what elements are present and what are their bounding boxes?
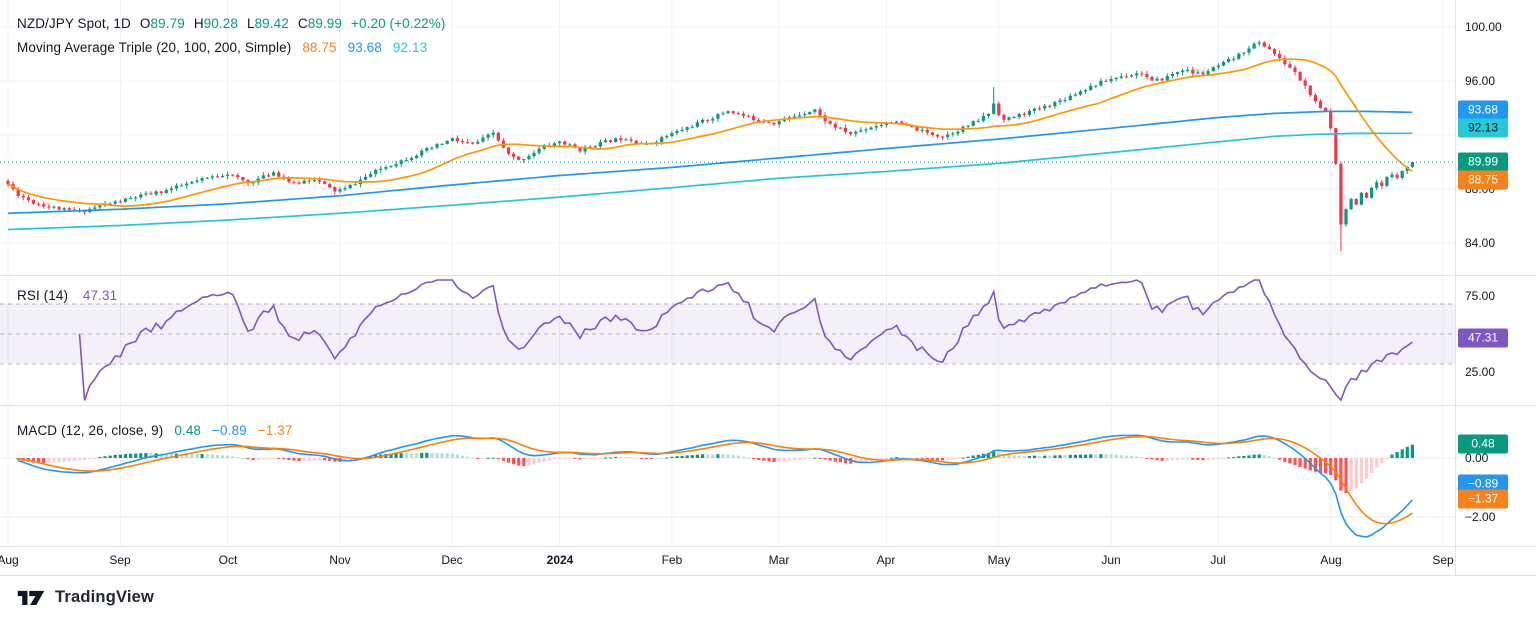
ma-triple-legend[interactable]: Moving Average Triple (20, 100, 200, Sim…	[17, 40, 427, 55]
tradingview-logo[interactable]: TradingView	[16, 586, 154, 608]
price-change: +0.20 (+0.22%)	[351, 16, 446, 31]
tradingview-wordmark: TradingView	[55, 587, 155, 606]
rsi-legend[interactable]: RSI (14) 47.31	[17, 288, 117, 303]
chart-root: NZD/JPY Spot, 1D O89.79 H90.28 L89.42 C89.99…	[0, 0, 1536, 618]
macd-legend-value: 0.48	[174, 423, 202, 438]
symbol-title: NZD/JPY Spot, 1D	[17, 16, 131, 31]
price-chart-canvas[interactable]	[0, 0, 1536, 576]
rsi-legend-label: RSI (14)	[17, 288, 69, 303]
ma-legend-values: 88.75 93.68 92.13	[291, 40, 427, 55]
ohlc-key: C	[297, 16, 308, 31]
ma-legend-value: 93.68	[347, 40, 382, 55]
ohlc-value: 89.79	[150, 16, 185, 31]
symbol-legend[interactable]: NZD/JPY Spot, 1D O89.79 H90.28 L89.42 C89.99…	[17, 16, 446, 31]
rsi-legend-value: 47.31	[82, 288, 118, 303]
ohlc-key: H	[193, 16, 204, 31]
macd-legend-label: MACD (12, 26, close, 9)	[17, 423, 164, 438]
ohlc-value: 90.28	[203, 16, 238, 31]
tradingview-icon	[17, 590, 45, 605]
macd-legend-value: −1.37	[257, 423, 293, 438]
ohlc-value: 89.99	[307, 16, 343, 31]
ma-legend-label: Moving Average Triple (20, 100, 200, Sim…	[17, 40, 292, 55]
ma-legend-value: 92.13	[392, 40, 428, 55]
ohlc-value: 89.42	[254, 16, 289, 31]
ohlc-key: O	[139, 16, 151, 31]
ohlc-key: L	[246, 16, 255, 31]
ma-legend-value: 88.75	[302, 40, 337, 55]
macd-legend-values: 0.48 −0.89 −1.37	[163, 423, 292, 438]
macd-legend-value: −0.89	[212, 423, 247, 438]
ohlc-values: O89.79 H90.28 L89.42 C89.99	[131, 16, 342, 31]
macd-legend[interactable]: MACD (12, 26, close, 9) 0.48 −0.89 −1.37	[17, 423, 292, 438]
